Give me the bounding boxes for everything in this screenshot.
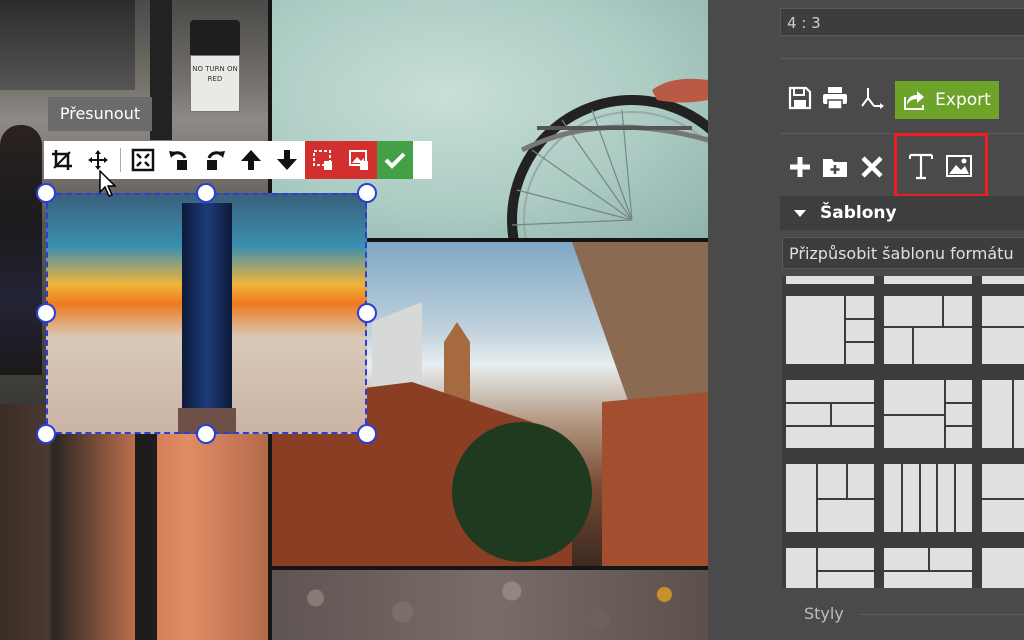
template-thumbnail[interactable] [982, 548, 1024, 588]
save-icon [788, 86, 812, 110]
template-thumbnail[interactable] [982, 276, 1024, 284]
export-icon [904, 91, 925, 110]
templates-grid [782, 276, 1024, 588]
resize-handle-bottom-right[interactable] [357, 424, 377, 444]
print-button[interactable] [822, 86, 848, 110]
resize-handle-top-right[interactable] [357, 183, 377, 203]
share-button[interactable] [860, 86, 884, 110]
template-fit-select[interactable]: Přizpůsobit šablonu formátu [782, 237, 1024, 269]
templates-section-header[interactable]: Šablony [780, 196, 1024, 230]
crop-icon [52, 150, 72, 170]
door-frame [135, 404, 157, 640]
resize-handle-bottom-left[interactable] [36, 424, 56, 444]
street-sign: NO TURN ON RED [190, 55, 240, 112]
template-thumbnail[interactable] [786, 380, 874, 448]
plus-icon [790, 157, 810, 177]
delete-photo-icon [349, 150, 368, 170]
photo-subway-selected[interactable] [46, 193, 367, 434]
person [0, 125, 42, 375]
rotate-left-icon [169, 151, 187, 170]
rotate-right-icon [207, 151, 225, 170]
resize-handle-left[interactable] [36, 303, 56, 323]
arrow-up-icon [241, 150, 261, 170]
subway-pillar [182, 203, 232, 408]
resize-handle-top-left[interactable] [36, 183, 56, 203]
share-icon [861, 88, 884, 109]
awning [0, 0, 135, 90]
aspect-ratio-select[interactable]: 4 : 3 [780, 8, 1024, 36]
styles-section-title[interactable]: Styly [804, 604, 844, 623]
add-folder-button[interactable] [822, 155, 848, 179]
export-button[interactable]: Export [895, 81, 999, 119]
save-button[interactable] [788, 86, 812, 110]
expand-icon [131, 148, 155, 172]
remove-button[interactable] [860, 155, 884, 179]
confirm-button[interactable] [377, 141, 413, 179]
toolbar-separator [120, 148, 121, 172]
close-icon [861, 156, 883, 178]
delete-frame-icon [313, 150, 332, 170]
traffic-pole [150, 0, 172, 140]
rotate-left-button[interactable] [161, 141, 197, 179]
templates-section-title: Šablony [820, 203, 897, 223]
tooltip: Přesunout [48, 97, 152, 131]
bring-forward-button[interactable] [233, 141, 269, 179]
template-thumbnail[interactable] [884, 276, 972, 284]
template-thumbnail[interactable] [884, 296, 972, 364]
delete-photo-button[interactable] [341, 141, 377, 179]
resize-handle-top[interactable] [196, 183, 216, 203]
template-thumbnail[interactable] [884, 464, 972, 532]
panel-divider [858, 614, 1024, 615]
collage-canvas[interactable]: NO TURN ON RED Přesunout [0, 0, 708, 640]
template-thumbnail[interactable] [982, 464, 1024, 532]
template-thumbnail[interactable] [982, 380, 1024, 448]
add-button[interactable] [788, 155, 812, 179]
highlight-box [894, 133, 988, 197]
template-thumbnail[interactable] [884, 548, 972, 588]
print-icon [823, 87, 847, 110]
side-panel: 4 : 3 Export Šablony Přizpůsobit šablonu… [708, 0, 1024, 640]
panel-divider [780, 58, 1024, 59]
resize-handle-right[interactable] [357, 303, 377, 323]
template-thumbnail[interactable] [786, 548, 874, 588]
template-thumbnail[interactable] [884, 380, 972, 448]
move-icon [88, 150, 108, 170]
resize-handle-bottom[interactable] [196, 424, 216, 444]
rotate-right-button[interactable] [197, 141, 233, 179]
folder-add-icon [823, 159, 847, 177]
send-backward-button[interactable] [269, 141, 305, 179]
template-thumbnail[interactable] [786, 276, 874, 284]
delete-frame-button[interactable] [305, 141, 341, 179]
export-label: Export [935, 90, 991, 110]
mouse-cursor-icon [99, 170, 117, 197]
arrow-down-icon [277, 150, 297, 170]
crop-button[interactable] [44, 141, 80, 179]
photo-stones[interactable] [272, 570, 708, 640]
check-icon [384, 152, 406, 169]
chevron-down-icon [794, 209, 806, 217]
template-thumbnail[interactable] [786, 464, 874, 532]
template-thumbnail[interactable] [786, 296, 874, 364]
fit-button[interactable] [125, 141, 161, 179]
template-thumbnail[interactable] [982, 296, 1024, 364]
